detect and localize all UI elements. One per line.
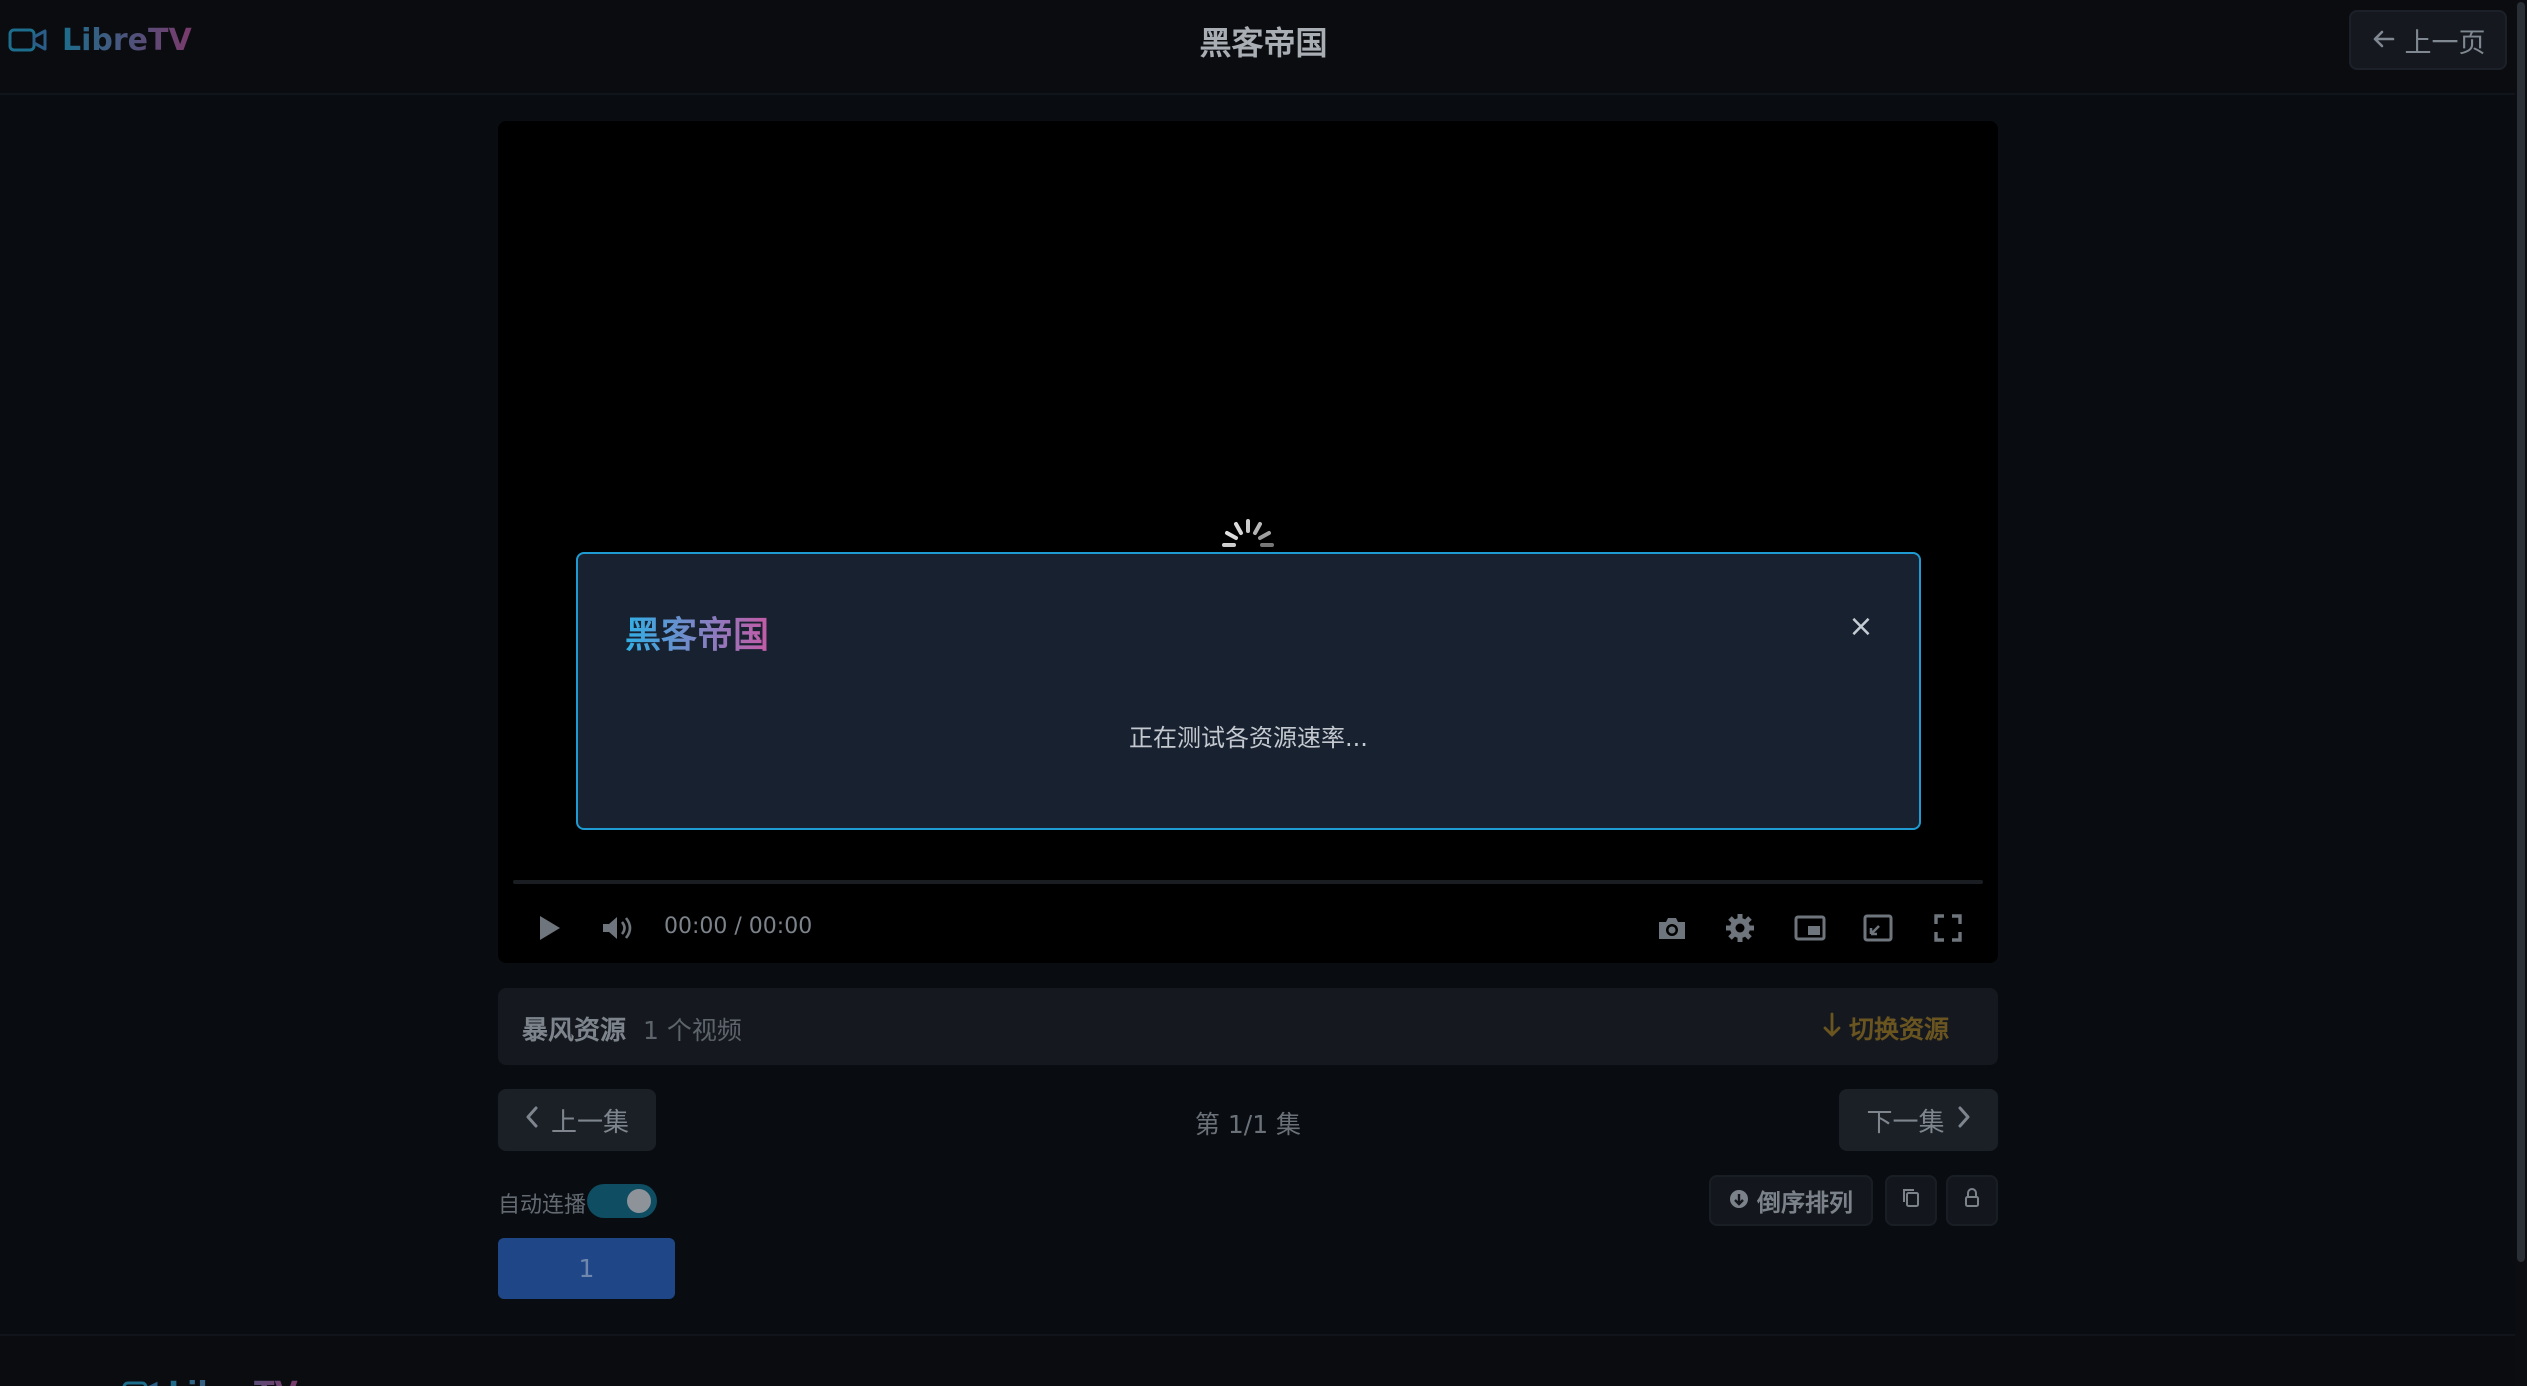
picture-in-picture-icon[interactable]: [1793, 913, 1827, 943]
back-button-label: 上一页: [2404, 27, 2486, 59]
source-name: 暴风资源: [522, 1016, 627, 1046]
copy-link-button[interactable]: [1885, 1175, 1937, 1226]
arrow-down-icon: [1823, 1012, 1841, 1044]
chevron-left-icon: [525, 1105, 539, 1135]
prev-episode-label: 上一集: [550, 1107, 629, 1138]
toggle-knob: [627, 1189, 651, 1213]
progress-bar[interactable]: [513, 880, 1983, 884]
arrow-left-icon: [2371, 25, 2395, 56]
autoplay-toggle[interactable]: [587, 1184, 657, 1218]
volume-icon[interactable]: [600, 913, 634, 943]
source-bar: 暴风资源 1 个视频 切换资源: [498, 988, 1998, 1065]
screenshot-camera-icon[interactable]: [1655, 913, 1689, 943]
autoplay-label: 自动连播: [498, 1193, 587, 1218]
page-title: 黑客帝国: [1199, 24, 1328, 62]
close-icon[interactable]: ×: [1846, 612, 1876, 642]
speed-test-modal: 黑客帝国 × 正在测试各资源速率...: [576, 552, 1921, 830]
page-scrollbar[interactable]: [2515, 0, 2527, 1386]
video-player[interactable]: 00:00 / 00:00: [498, 121, 1998, 963]
episode-button[interactable]: 1: [498, 1238, 675, 1299]
next-episode-label: 下一集: [1866, 1107, 1945, 1138]
prev-episode-button[interactable]: 上一集: [498, 1089, 656, 1151]
video-camera-icon: [122, 1378, 158, 1386]
footer-app-name: LibreTV: [168, 1376, 298, 1386]
next-episode-button[interactable]: 下一集: [1839, 1089, 1998, 1151]
page-footer: LibreTV: [0, 1334, 2515, 1386]
time-display: 00:00 / 00:00: [664, 914, 813, 939]
modal-message: 正在测试各资源速率...: [1129, 724, 1368, 752]
web-fullscreen-icon[interactable]: [1862, 913, 1894, 943]
reverse-order-label: 倒序排列: [1757, 1189, 1853, 1217]
lock-icon: [1963, 1187, 1981, 1215]
copy-icon: [1901, 1187, 1921, 1215]
lock-button[interactable]: [1946, 1175, 1998, 1226]
settings-gear-icon[interactable]: [1724, 913, 1756, 943]
footer-logo[interactable]: LibreTV: [122, 1376, 298, 1386]
sort-circle-icon: [1729, 1187, 1749, 1215]
back-button[interactable]: 上一页: [2349, 10, 2507, 70]
reverse-order-button[interactable]: 倒序排列: [1709, 1175, 1873, 1226]
fullscreen-icon[interactable]: [1932, 913, 1964, 943]
scrollbar-thumb[interactable]: [2517, 2, 2525, 1262]
episode-indicator: 第 1/1 集: [1194, 1110, 1302, 1139]
modal-title: 黑客帝国: [625, 606, 769, 658]
chevron-right-icon: [1957, 1105, 1971, 1135]
play-icon[interactable]: [534, 913, 564, 943]
switch-source-button[interactable]: 切换资源: [1823, 1010, 1949, 1046]
top-header: LibreTV 黑客帝国 上一页: [0, 0, 2527, 95]
switch-source-label: 切换资源: [1849, 1015, 1950, 1044]
source-video-count: 1 个视频: [643, 1016, 742, 1045]
